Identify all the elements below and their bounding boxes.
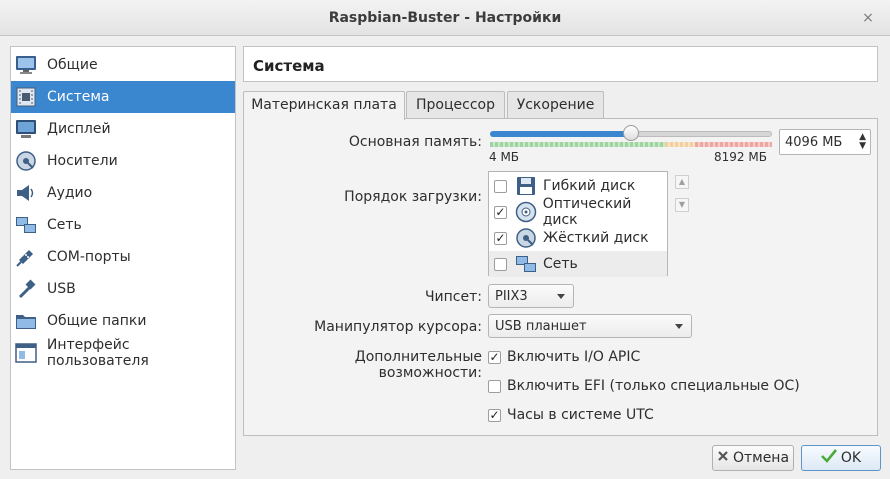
sidebar-item-label: Интерфейс пользователя (46, 337, 149, 369)
sidebar-item-label: USB (47, 281, 76, 297)
boot-order-label: Порядок загрузки: (344, 189, 482, 205)
sidebar-item-label: Система (47, 89, 110, 105)
sidebar-item-audio[interactable]: Аудио (11, 177, 235, 209)
boot-item-label: Сеть (543, 256, 578, 272)
boot-checkbox[interactable] (494, 179, 507, 193)
sidebar-item-storage[interactable]: Носители (11, 145, 235, 177)
boot-checkbox[interactable] (494, 257, 507, 271)
usb-icon (14, 277, 38, 301)
sidebar-item-general[interactable]: Общие (11, 49, 235, 81)
chipset-label: Чипсет: (424, 289, 482, 305)
io-apic-checkbox[interactable]: ✓ (488, 350, 501, 364)
boot-item-label: Гибкий диск (543, 178, 636, 194)
sidebar-item-label: Общие папки (47, 313, 147, 329)
memory-value: 4096 МБ (785, 135, 843, 150)
pointing-device-label: Манипулятор курсора: (314, 319, 482, 335)
move-up-icon[interactable]: ▲ (675, 175, 689, 189)
memory-slider-fill (490, 131, 631, 137)
option-label: Включить EFI (только специальные ОС) (507, 378, 800, 394)
chipset-select[interactable]: PIIX3 (488, 284, 574, 308)
optical-disc-icon (515, 201, 537, 223)
page-title: Система (253, 57, 325, 75)
ui-icon (14, 341, 38, 365)
sidebar-item-user-interface[interactable]: Интерфейс пользователя (11, 337, 235, 369)
sidebar-item-serial-ports[interactable]: COM-порты (11, 241, 235, 273)
display-icon (14, 117, 38, 141)
disk-icon (14, 149, 38, 173)
option-label: Часы в системе UTC (507, 407, 654, 423)
sidebar-item-label: Дисплей (47, 121, 111, 137)
boot-checkbox[interactable]: ✓ (494, 205, 507, 219)
efi-checkbox[interactable] (488, 379, 501, 393)
utc-checkbox[interactable]: ✓ (488, 408, 501, 422)
pointing-device-value: USB планшет (495, 319, 587, 334)
boot-item-network[interactable]: Сеть (489, 251, 667, 277)
memory-max-label: 8192 МБ (714, 150, 767, 164)
hard-disk-icon (515, 227, 537, 249)
memory-spinbox[interactable]: 4096 МБ ▲ ▼ (779, 129, 871, 155)
pointing-device-select[interactable]: USB планшет (488, 314, 692, 338)
speaker-icon (14, 181, 38, 205)
option-utc[interactable]: ✓ Часы в системе UTC (488, 407, 654, 423)
move-down-icon[interactable]: ▼ (675, 198, 689, 212)
title-bar: Raspbian-Buster - Настройки × (0, 0, 890, 36)
network-icon (14, 213, 38, 237)
chip-icon (14, 85, 38, 109)
option-io-apic[interactable]: ✓ Включить I/O APIC (488, 349, 640, 365)
network-icon (515, 253, 537, 275)
extended-features-label: Дополнительные возможности: (354, 349, 482, 381)
memory-slider-scale (490, 142, 772, 147)
boot-item-label: Оптический диск (542, 196, 632, 228)
sidebar-item-label: Аудио (47, 185, 93, 201)
sidebar-item-display[interactable]: Дисплей (11, 113, 235, 145)
boot-item-optical[interactable]: ✓ Оптический диск (489, 196, 667, 228)
memory-min-label: 4 МБ (489, 150, 520, 164)
settings-sidebar: Общие Система Дисплей Носители Аудио Сет… (10, 46, 236, 470)
cancel-icon (717, 450, 729, 466)
sidebar-item-shared-folders[interactable]: Общие папки (11, 305, 235, 337)
option-label: Включить I/O APIC (507, 349, 641, 365)
close-icon[interactable]: × (860, 10, 876, 26)
cancel-button[interactable]: Отмена (712, 445, 794, 471)
sidebar-item-label: Сеть (47, 217, 82, 233)
boot-order-list: Гибкий диск ✓ Оптический диск ✓ Жёсткий … (488, 171, 668, 277)
monitor-icon (14, 53, 38, 77)
chevron-down-icon (557, 294, 565, 299)
spin-arrows-icon[interactable]: ▲ ▼ (859, 133, 866, 151)
cancel-label: Отмена (732, 450, 790, 466)
boot-item-label: Жёсткий диск (543, 230, 649, 246)
ok-label: OK (840, 450, 862, 466)
boot-checkbox[interactable]: ✓ (494, 231, 507, 245)
section-header: Система (243, 46, 878, 82)
memory-label: Основная память: (348, 134, 482, 150)
window-title: Raspbian-Buster - Настройки (328, 10, 562, 26)
sidebar-item-label: Носители (47, 153, 118, 169)
tab-processor[interactable]: Процессор (406, 91, 505, 119)
memory-slider-handle[interactable] (623, 125, 639, 141)
sidebar-item-label: Общие (47, 57, 98, 73)
ok-button[interactable]: OK (801, 445, 881, 471)
serial-port-icon (14, 245, 38, 269)
sidebar-item-network[interactable]: Сеть (11, 209, 235, 241)
boot-item-hard-disk[interactable]: ✓ Жёсткий диск (489, 225, 667, 251)
tab-acceleration[interactable]: Ускорение (507, 91, 604, 119)
option-efi[interactable]: Включить EFI (только специальные ОС) (488, 378, 800, 394)
chevron-down-icon (675, 324, 683, 329)
tab-motherboard[interactable]: Материнская плата (243, 91, 405, 120)
checkmark-icon (820, 449, 837, 467)
chipset-value: PIIX3 (495, 289, 528, 304)
floppy-icon (515, 175, 537, 197)
folder-icon (14, 309, 38, 333)
sidebar-item-usb[interactable]: USB (11, 273, 235, 305)
sidebar-item-system[interactable]: Система (11, 81, 235, 113)
sidebar-item-label: COM-порты (47, 249, 131, 265)
